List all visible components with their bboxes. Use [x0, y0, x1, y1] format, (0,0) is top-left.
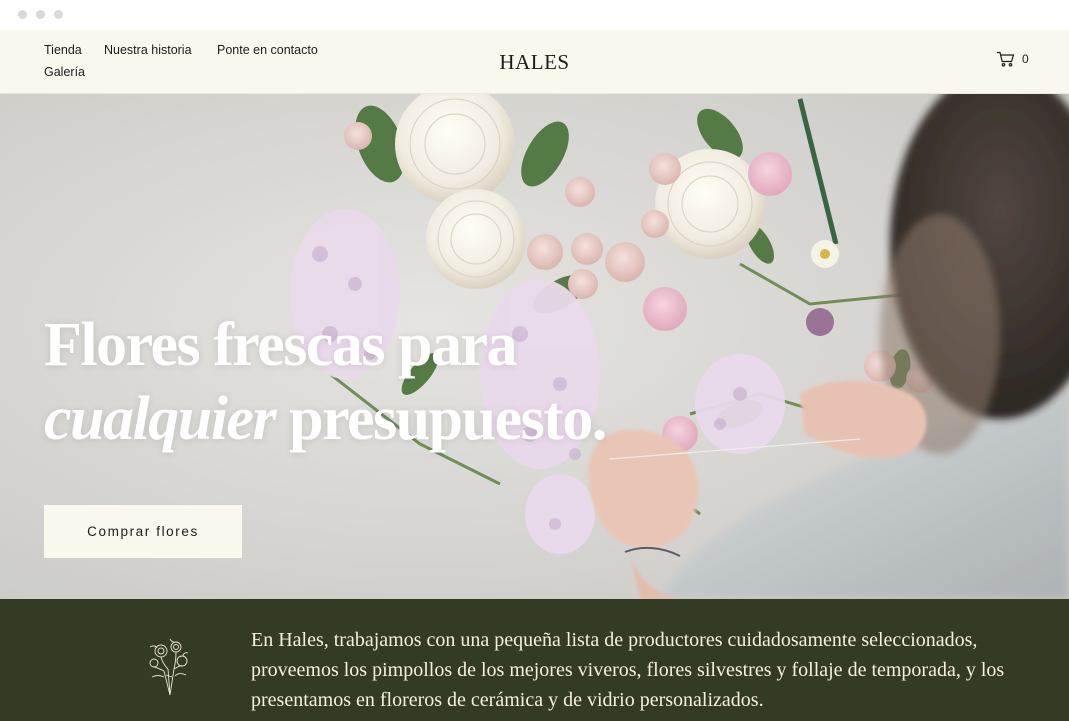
hero-title-italic: cualquier — [44, 385, 277, 453]
cart-icon — [997, 51, 1015, 67]
shop-flowers-button[interactable]: Comprar flores — [44, 505, 242, 558]
hero-title-line2: presupuesto. — [275, 385, 607, 453]
site-header: Tienda Nuestra historia Ponte en contact… — [0, 30, 1069, 94]
hero-title: Flores frescas para cualquier presupuest… — [44, 308, 607, 456]
about-text: En Hales, trabajamos con una pequeña lis… — [251, 629, 1005, 711]
about-section: En Hales, trabajamos con una pequeña lis… — [0, 599, 1069, 721]
browser-chrome — [0, 0, 1069, 30]
cart-button[interactable]: 0 — [996, 51, 1029, 67]
flower-bouquet-sketch-icon — [149, 638, 189, 696]
window-dot-icon — [36, 10, 45, 19]
cart-count: 0 — [1022, 52, 1029, 66]
site-logo[interactable]: HALES — [0, 50, 1069, 75]
window-dot-icon — [18, 10, 27, 19]
window-dot-icon — [54, 10, 63, 19]
hero-section: Flores frescas para cualquier presupuest… — [0, 94, 1069, 599]
hero-title-line1: Flores frescas para — [44, 311, 517, 379]
